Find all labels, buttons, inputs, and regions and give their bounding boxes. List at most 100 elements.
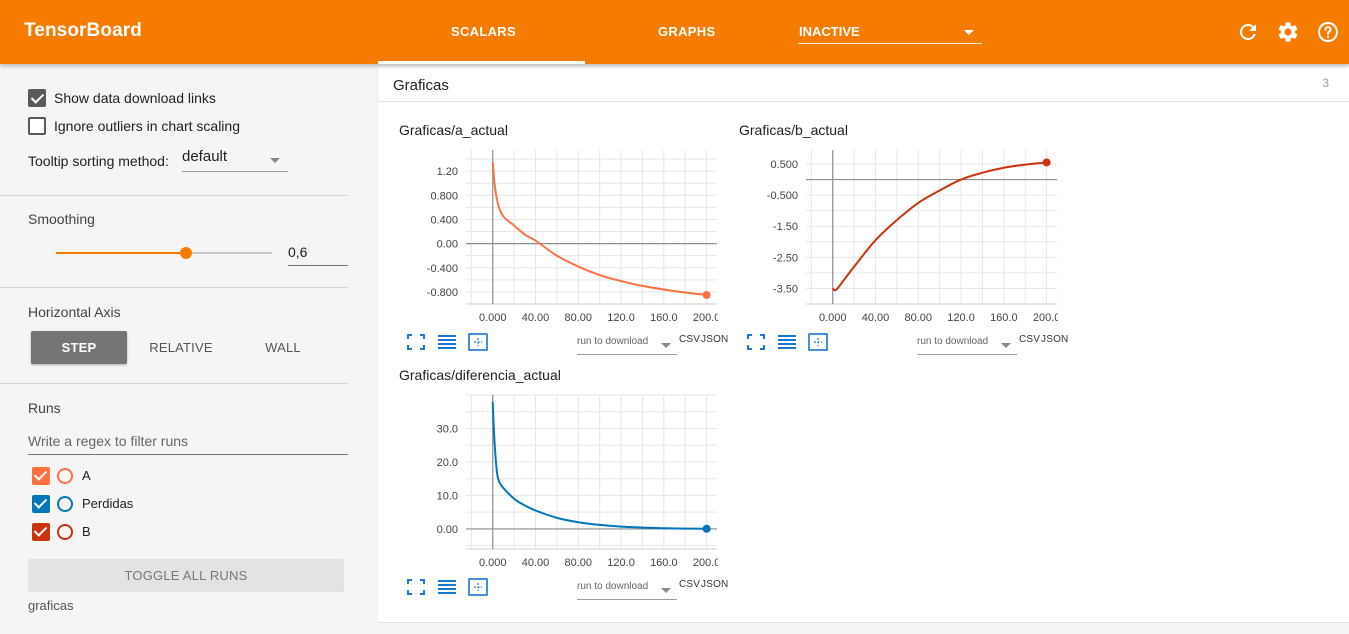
x-tick-label: 200.0 — [693, 557, 718, 569]
axis-wall-button[interactable]: WALL — [235, 331, 331, 364]
y-tick-label: -2.50 — [773, 252, 798, 264]
json-link[interactable]: JSON — [1041, 334, 1068, 345]
run-color-radio-a[interactable] — [57, 468, 73, 484]
top-toolbar: TensorBoard SCALARS GRAPHS INACTIVE — [0, 0, 1349, 64]
axis-relative-button[interactable]: RELATIVE — [133, 331, 229, 364]
horizontal-axis-title: Horizontal Axis — [28, 304, 121, 320]
runs-title: Runs — [28, 400, 61, 416]
log-scale-icon[interactable] — [437, 578, 457, 596]
series-last-point — [702, 290, 711, 299]
csv-link[interactable]: CSV — [679, 579, 700, 590]
tab-graphs[interactable]: GRAPHS — [658, 24, 715, 39]
sidebar: Show data download links Ignore outliers… — [0, 64, 362, 634]
tab-scalars[interactable]: SCALARS — [451, 24, 516, 39]
chevron-down-icon — [964, 30, 974, 35]
csv-link[interactable]: CSV — [1019, 334, 1040, 345]
tooltip-sorting-value: default — [182, 148, 228, 165]
log-directory: graficas — [28, 598, 74, 613]
settings-icon[interactable] — [1276, 20, 1300, 44]
y-tick-label: 0.800 — [430, 190, 458, 202]
run-download-select[interactable]: run to download — [577, 581, 677, 600]
run-color-radio-perdidas[interactable] — [57, 496, 73, 512]
y-tick-label: 1.20 — [437, 166, 458, 178]
options-section: Show data download links Ignore outliers… — [0, 64, 348, 196]
x-tick-label: 0.000 — [819, 312, 847, 324]
x-tick-label: 160.0 — [990, 312, 1018, 324]
chevron-down-icon — [1001, 343, 1011, 348]
y-tick-label: 0.500 — [770, 159, 798, 171]
y-tick-label: 10.0 — [437, 490, 458, 502]
y-tick-label: -0.800 — [427, 287, 458, 299]
fit-domain-icon[interactable] — [746, 333, 766, 351]
chart-a-actual[interactable]: 0.000 40.00 80.00 120.0 160.0 200.0 1.20 0.800 0… — [378, 102, 718, 332]
run-download-label: run to download — [917, 336, 989, 347]
help-icon[interactable] — [1316, 20, 1340, 44]
x-tick-label: 120.0 — [607, 557, 635, 569]
json-link[interactable]: JSON — [701, 579, 728, 590]
x-tick-label: 80.00 — [565, 557, 593, 569]
show-download-links-checkbox[interactable] — [28, 89, 46, 107]
app-title: TensorBoard — [24, 20, 142, 41]
run-label-b: B — [82, 524, 91, 539]
x-tick-label: 160.0 — [650, 312, 678, 324]
run-download-label: run to download — [577, 336, 649, 347]
log-scale-icon[interactable] — [777, 333, 797, 351]
x-tick-label: 200.0 — [1033, 312, 1058, 324]
chart-cards: Graficas/a_actual 0.000 40.00 80.00 120.0 16… — [378, 102, 1349, 623]
chart-card-b-actual: Graficas/b_actual 0.000 40.00 80.00 120.0 16… — [718, 102, 1068, 355]
tooltip-sorting-label: Tooltip sorting method: — [28, 153, 169, 169]
smoothing-slider[interactable] — [56, 247, 272, 259]
chart-card-diferencia-actual: Graficas/diferencia_actual 0.000 40.00 80.… — [378, 347, 728, 600]
run-filter-input[interactable]: Write a regex to filter runs — [28, 430, 348, 455]
run-label-a: A — [82, 468, 91, 483]
run-label-perdidas: Perdidas — [82, 496, 134, 511]
y-tick-label: 30.0 — [437, 423, 458, 435]
fit-domain-icon[interactable] — [406, 578, 426, 596]
axis-step-button[interactable]: STEP — [31, 331, 127, 364]
y-tick-label: 0.400 — [430, 214, 458, 226]
series-last-point — [1042, 158, 1051, 167]
reset-zoom-icon[interactable] — [468, 578, 488, 596]
x-tick-label: 40.00 — [862, 312, 890, 324]
y-tick-label: 0.00 — [437, 239, 458, 251]
x-tick-label: 40.00 — [522, 557, 550, 569]
category-header[interactable]: Graficas 3 — [378, 67, 1349, 102]
toggle-all-runs-button[interactable]: TOGGLE ALL RUNS — [28, 559, 344, 592]
show-download-links-label: Show data download links — [54, 90, 216, 106]
run-color-radio-b[interactable] — [57, 524, 73, 540]
y-tick-label: -0.500 — [767, 190, 798, 202]
category-count: 3 — [1322, 76, 1329, 90]
series-last-point — [702, 524, 711, 533]
inactive-dashboards-select[interactable]: INACTIVE — [798, 18, 982, 44]
x-tick-label: 160.0 — [650, 557, 678, 569]
ignore-outliers-checkbox[interactable] — [28, 117, 46, 135]
active-tab-indicator — [378, 61, 585, 64]
run-checkbox-b[interactable] — [32, 523, 50, 541]
run-checkbox-perdidas[interactable] — [32, 495, 50, 513]
x-tick-label: 120.0 — [607, 312, 635, 324]
refresh-icon[interactable] — [1236, 20, 1260, 44]
x-tick-label: 80.00 — [565, 312, 593, 324]
tooltip-sorting-select[interactable]: default — [182, 148, 288, 172]
y-tick-label: 20.0 — [437, 457, 458, 469]
inactive-select-label: INACTIVE — [799, 24, 860, 39]
reset-zoom-icon[interactable] — [808, 333, 828, 351]
csv-link[interactable]: CSV — [679, 334, 700, 345]
run-checkbox-a[interactable] — [32, 467, 50, 485]
y-tick-label: -0.400 — [427, 263, 458, 275]
ignore-outliers-label: Ignore outliers in chart scaling — [54, 118, 240, 134]
smoothing-slider-thumb[interactable] — [179, 247, 192, 259]
run-download-label: run to download — [577, 581, 649, 592]
main-panel: Graficas 3 Graficas/a_actual 0.000 40.00 8… — [378, 67, 1349, 634]
smoothing-input[interactable]: 0,6 — [288, 242, 348, 266]
y-tick-label: -3.50 — [773, 283, 798, 295]
x-tick-label: 0.000 — [479, 312, 507, 324]
x-tick-label: 0.000 — [479, 557, 507, 569]
chevron-down-icon — [661, 588, 671, 593]
x-tick-label: 120.0 — [947, 312, 975, 324]
y-tick-label: -1.50 — [773, 221, 798, 233]
chart-diferencia-actual[interactable]: 0.000 40.00 80.00 120.0 160.0 200.0 30.0 20.0 10… — [378, 347, 718, 577]
chart-b-actual[interactable]: 0.000 40.00 80.00 120.0 160.0 200.0 0.500 -0.50… — [718, 102, 1058, 332]
run-download-select[interactable]: run to download — [917, 336, 1017, 355]
smoothing-title: Smoothing — [28, 211, 95, 227]
